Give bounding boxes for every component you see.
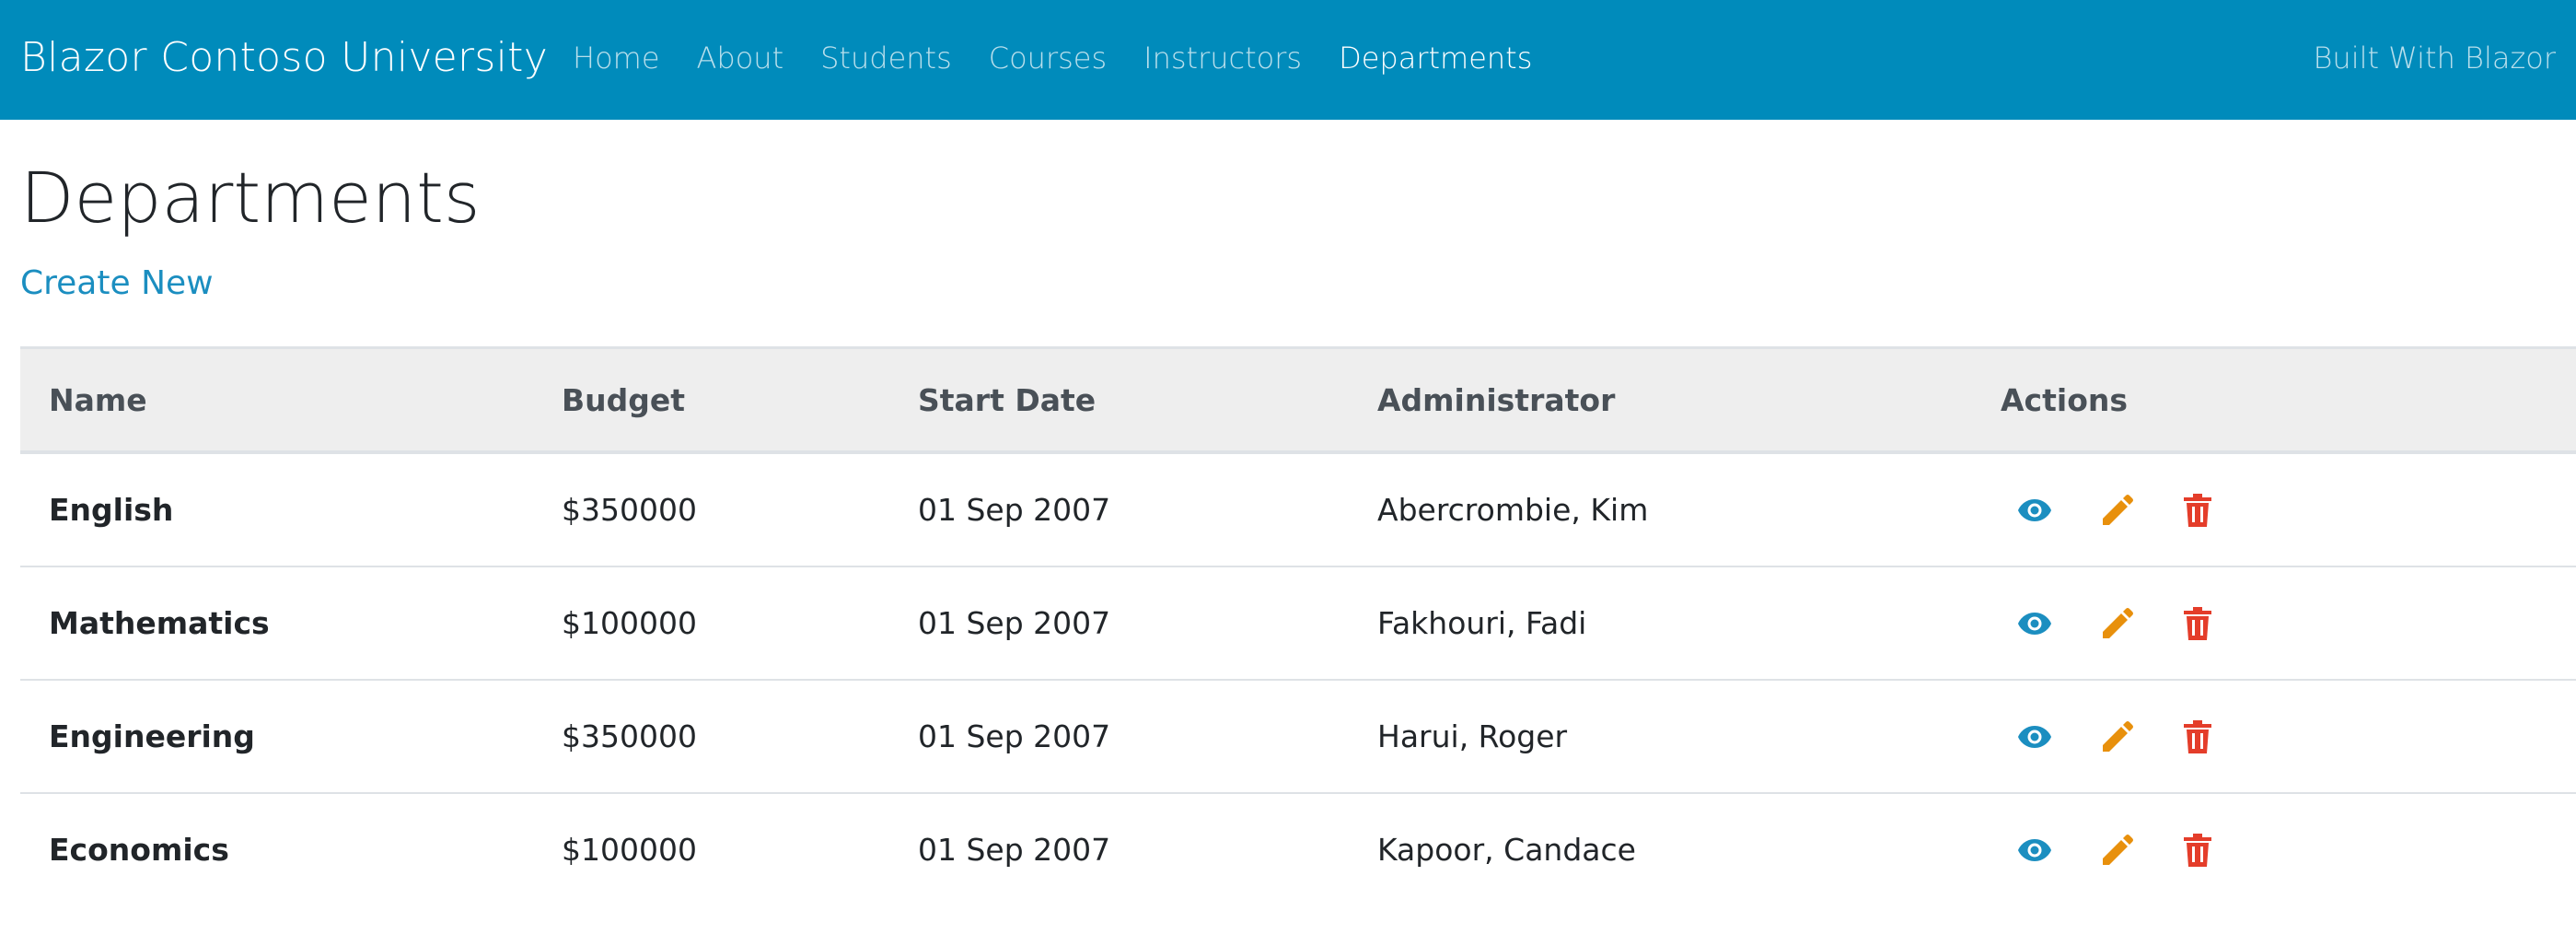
brand-title[interactable]: Blazor Contoso University xyxy=(20,28,548,88)
trash-icon xyxy=(2184,719,2211,753)
department-administrator: Fakhouri, Fadi xyxy=(1377,605,1587,641)
department-start-date: 01 Sep 2007 xyxy=(918,718,1111,754)
header-administrator: Administrator xyxy=(1377,381,1616,418)
department-administrator: Harui, Roger xyxy=(1377,718,1568,754)
edit-button[interactable] xyxy=(2100,709,2183,765)
pencil-icon xyxy=(2103,607,2133,638)
nav-departments-link[interactable]: Departments xyxy=(1339,37,1532,79)
header-budget: Budget xyxy=(562,381,686,418)
delete-button[interactable] xyxy=(2183,483,2266,538)
edit-button[interactable] xyxy=(2100,483,2183,538)
header-actions: Actions xyxy=(2001,381,2128,418)
delete-button[interactable] xyxy=(2183,596,2266,651)
table-row: Economics $100000 01 Sep 2007 Kapoor, Ca… xyxy=(20,793,2576,905)
top-navbar: Blazor Contoso University Home About Stu… xyxy=(0,0,2576,120)
department-budget: $350000 xyxy=(562,492,697,528)
header-name: Name xyxy=(49,381,147,418)
create-new-link[interactable]: Create New xyxy=(20,260,214,308)
view-button[interactable] xyxy=(2017,709,2100,765)
edit-button[interactable] xyxy=(2100,823,2183,878)
view-button[interactable] xyxy=(2017,596,2100,651)
department-name: English xyxy=(49,492,174,528)
trash-icon xyxy=(2184,833,2211,867)
trash-icon xyxy=(2184,493,2211,527)
department-budget: $100000 xyxy=(562,832,697,868)
actions-cell xyxy=(1972,793,2576,905)
table-row: Mathematics $100000 01 Sep 2007 Fakhouri… xyxy=(20,566,2576,680)
department-start-date: 01 Sep 2007 xyxy=(918,492,1111,528)
nav-about-link[interactable]: About xyxy=(697,37,784,79)
departments-table: Name Budget Start Date Administrator Act… xyxy=(20,346,2576,905)
department-budget: $100000 xyxy=(562,605,697,641)
nav-links: Home About Students Courses Instructors … xyxy=(573,37,1532,79)
view-button[interactable] xyxy=(2017,483,2100,538)
eye-icon xyxy=(2018,498,2051,521)
table-header-row: Name Budget Start Date Administrator Act… xyxy=(20,347,2576,452)
actions-cell xyxy=(1972,566,2576,680)
department-name: Engineering xyxy=(49,718,255,754)
department-name: Economics xyxy=(49,832,229,868)
nav-instructors-link[interactable]: Instructors xyxy=(1143,37,1302,79)
pencil-icon xyxy=(2103,720,2133,752)
edit-button[interactable] xyxy=(2100,596,2183,651)
page-title: Departments xyxy=(20,157,481,239)
delete-button[interactable] xyxy=(2183,823,2266,878)
built-with-blazor-link[interactable]: Built With Blazor xyxy=(2313,37,2556,79)
table-row: Engineering $350000 01 Sep 2007 Harui, R… xyxy=(20,680,2576,793)
view-button[interactable] xyxy=(2017,823,2100,878)
trash-icon xyxy=(2184,606,2211,640)
nav-home-link[interactable]: Home xyxy=(573,37,660,79)
delete-button[interactable] xyxy=(2183,709,2266,765)
eye-icon xyxy=(2018,725,2051,748)
departments-table-container: Name Budget Start Date Administrator Act… xyxy=(20,346,2576,905)
eye-icon xyxy=(2018,612,2051,635)
department-start-date: 01 Sep 2007 xyxy=(918,832,1111,868)
pencil-icon xyxy=(2103,494,2133,525)
table-row: English $350000 01 Sep 2007 Abercrombie,… xyxy=(20,452,2576,566)
nav-courses-link[interactable]: Courses xyxy=(989,37,1107,79)
actions-cell xyxy=(1972,680,2576,793)
department-name: Mathematics xyxy=(49,605,270,641)
department-budget: $350000 xyxy=(562,718,697,754)
actions-cell xyxy=(1972,452,2576,566)
pencil-icon xyxy=(2103,834,2133,865)
department-administrator: Abercrombie, Kim xyxy=(1377,492,1649,528)
header-start-date: Start Date xyxy=(918,381,1097,418)
nav-students-link[interactable]: Students xyxy=(820,37,952,79)
department-start-date: 01 Sep 2007 xyxy=(918,605,1111,641)
eye-icon xyxy=(2018,838,2051,861)
department-administrator: Kapoor, Candace xyxy=(1377,832,1636,868)
